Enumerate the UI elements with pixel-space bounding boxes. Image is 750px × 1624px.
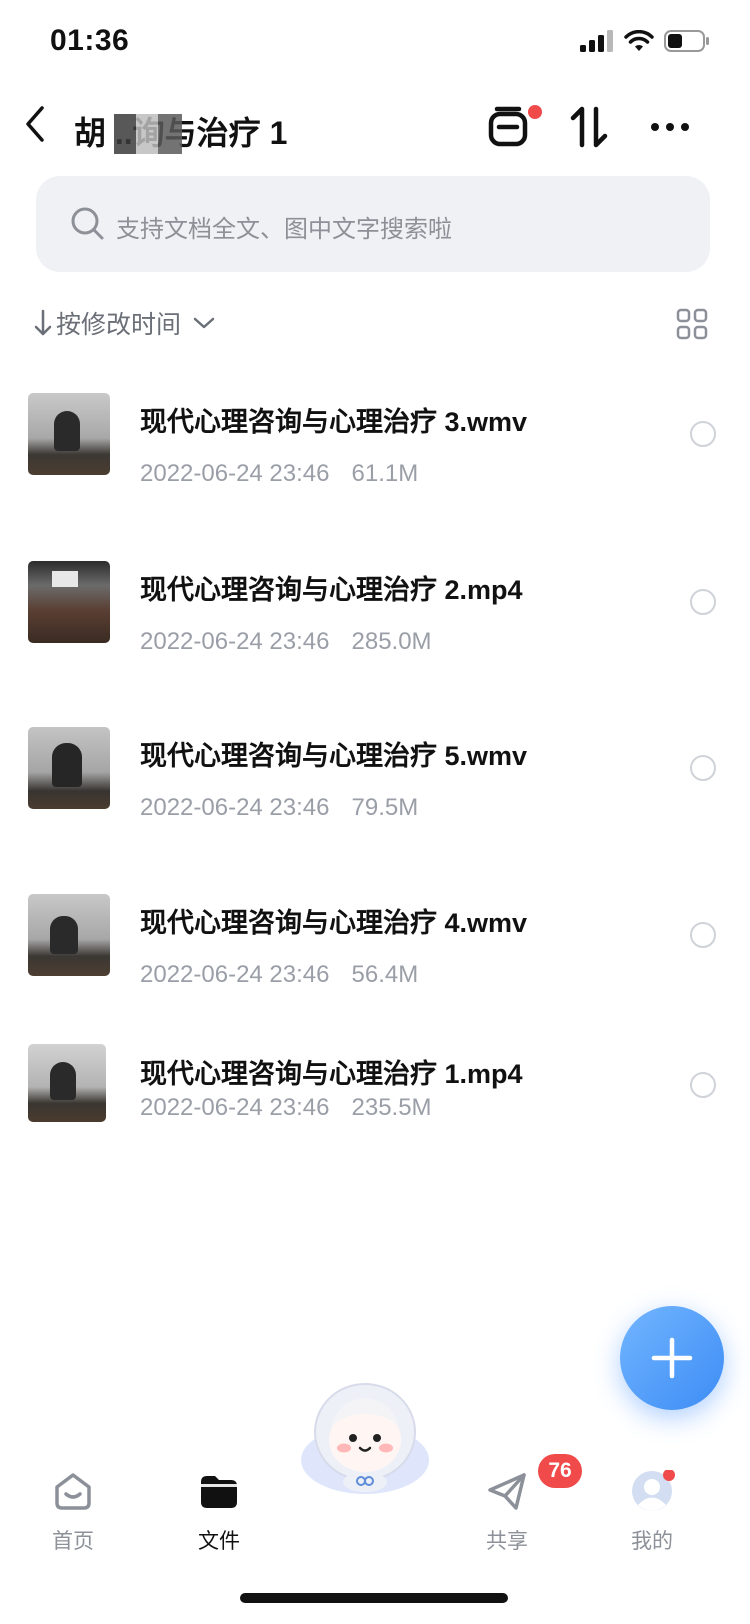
file-meta: 2022-06-24 23:46 79.5M	[140, 794, 418, 822]
video-thumbnail	[28, 894, 110, 976]
file-row[interactable]: 现代心理咨询与心理治疗 3.wmv 2022-06-24 23:46 61.1M	[0, 390, 750, 510]
search-placeholder: 支持文档全文、图中文字搜索啦	[116, 216, 452, 243]
mascot-icon	[301, 1383, 429, 1494]
file-size: 56.4M	[351, 961, 419, 988]
folder-icon	[201, 1476, 237, 1508]
file-row[interactable]: 现代心理咨询与心理治疗 4.wmv 2022-06-24 23:46 56.4M	[0, 891, 750, 1011]
select-radio[interactable]	[690, 755, 716, 781]
battery-icon	[664, 30, 709, 52]
avatar-icon	[632, 1469, 675, 1511]
file-meta: 2022-06-24 23:46 61.1M	[140, 460, 418, 488]
file-date: 2022-06-24 23:46	[140, 460, 330, 487]
chevron-down-icon	[193, 317, 215, 329]
file-name: 现代心理咨询与心理治疗 3.wmv	[140, 407, 528, 437]
file-name: 现代心理咨询与心理治疗 4.wmv	[140, 908, 528, 938]
sort-toggle-icon	[570, 106, 608, 148]
file-size: 79.5M	[351, 794, 419, 821]
grid-view-button[interactable]	[676, 308, 708, 345]
more-icon	[651, 123, 689, 131]
select-radio[interactable]	[690, 1072, 716, 1098]
select-radio[interactable]	[690, 589, 716, 615]
back-arrow-icon[interactable]	[18, 102, 54, 146]
wifi-icon	[624, 30, 654, 51]
file-date: 2022-06-24 23:46	[140, 961, 330, 988]
file-meta: 2022-06-24 23:46 235.5M	[140, 1094, 432, 1122]
sort-dropdown[interactable]: 按修改时间	[34, 305, 217, 341]
more-button[interactable]	[650, 120, 690, 138]
file-date: 2022-06-24 23:46	[140, 794, 330, 821]
file-row[interactable]: 现代心理咨询与心理治疗 2.mp4 2022-06-24 23:46 285.0M	[0, 558, 750, 678]
home-icon	[55, 1473, 91, 1510]
video-thumbnail	[28, 727, 110, 809]
sort-toggle-button[interactable]	[570, 105, 608, 154]
file-date: 2022-06-24 23:46	[140, 628, 330, 655]
file-name: 现代心理咨询与心理治疗 1.mp4	[140, 1059, 523, 1089]
plus-icon	[651, 1337, 693, 1379]
video-thumbnail	[28, 393, 110, 475]
grid-view-icon	[676, 308, 708, 340]
sort-label: 按修改时间	[56, 311, 182, 339]
file-meta: 2022-06-24 23:46 56.4M	[140, 961, 418, 989]
add-button[interactable]	[620, 1306, 724, 1410]
file-size: 285.0M	[351, 628, 432, 655]
home-indicator	[240, 1593, 508, 1603]
nav-share-label: 共享	[486, 1530, 528, 1553]
clip-button[interactable]	[488, 105, 542, 152]
search-icon	[71, 207, 104, 240]
share-count-badge: 76	[538, 1454, 582, 1488]
select-radio[interactable]	[690, 922, 716, 948]
title-mosaic	[114, 114, 182, 154]
file-name: 现代心理咨询与心理治疗 5.wmv	[140, 741, 528, 771]
status-icons	[580, 30, 710, 52]
signal-icon	[580, 30, 613, 52]
nav-mine-label: 我的	[631, 1530, 673, 1553]
file-date: 2022-06-24 23:46	[140, 1094, 330, 1121]
clip-icon	[488, 106, 528, 147]
file-size: 235.5M	[351, 1094, 432, 1121]
paper-plane-icon	[488, 1473, 526, 1510]
nav-home-label: 首页	[52, 1530, 94, 1553]
nav-files[interactable]: 文件	[174, 1470, 264, 1555]
file-name: 现代心理咨询与心理治疗 2.mp4	[140, 575, 523, 605]
notification-dot	[528, 105, 542, 119]
nav-share[interactable]: 共享	[462, 1470, 552, 1555]
mascot-button[interactable]	[298, 1378, 432, 1498]
search-bar[interactable]: 支持文档全文、图中文字搜索啦	[36, 176, 710, 272]
select-radio[interactable]	[690, 421, 716, 447]
file-size: 61.1M	[351, 460, 419, 487]
sort-arrow-icon	[34, 309, 52, 336]
nav-files-label: 文件	[198, 1530, 240, 1553]
video-thumbnail	[28, 561, 110, 643]
file-row[interactable]: 现代心理咨询与心理治疗 5.wmv 2022-06-24 23:46 79.5M	[0, 724, 750, 844]
video-thumbnail	[28, 1044, 106, 1122]
file-meta: 2022-06-24 23:46 285.0M	[140, 628, 432, 656]
file-row[interactable]: 现代心理咨询与心理治疗 1.mp4 2022-06-24 23:46 235.5M	[0, 1042, 750, 1162]
nav-home[interactable]: 首页	[28, 1470, 118, 1555]
nav-mine[interactable]: 我的	[607, 1469, 697, 1555]
status-time: 01:36	[50, 24, 130, 57]
